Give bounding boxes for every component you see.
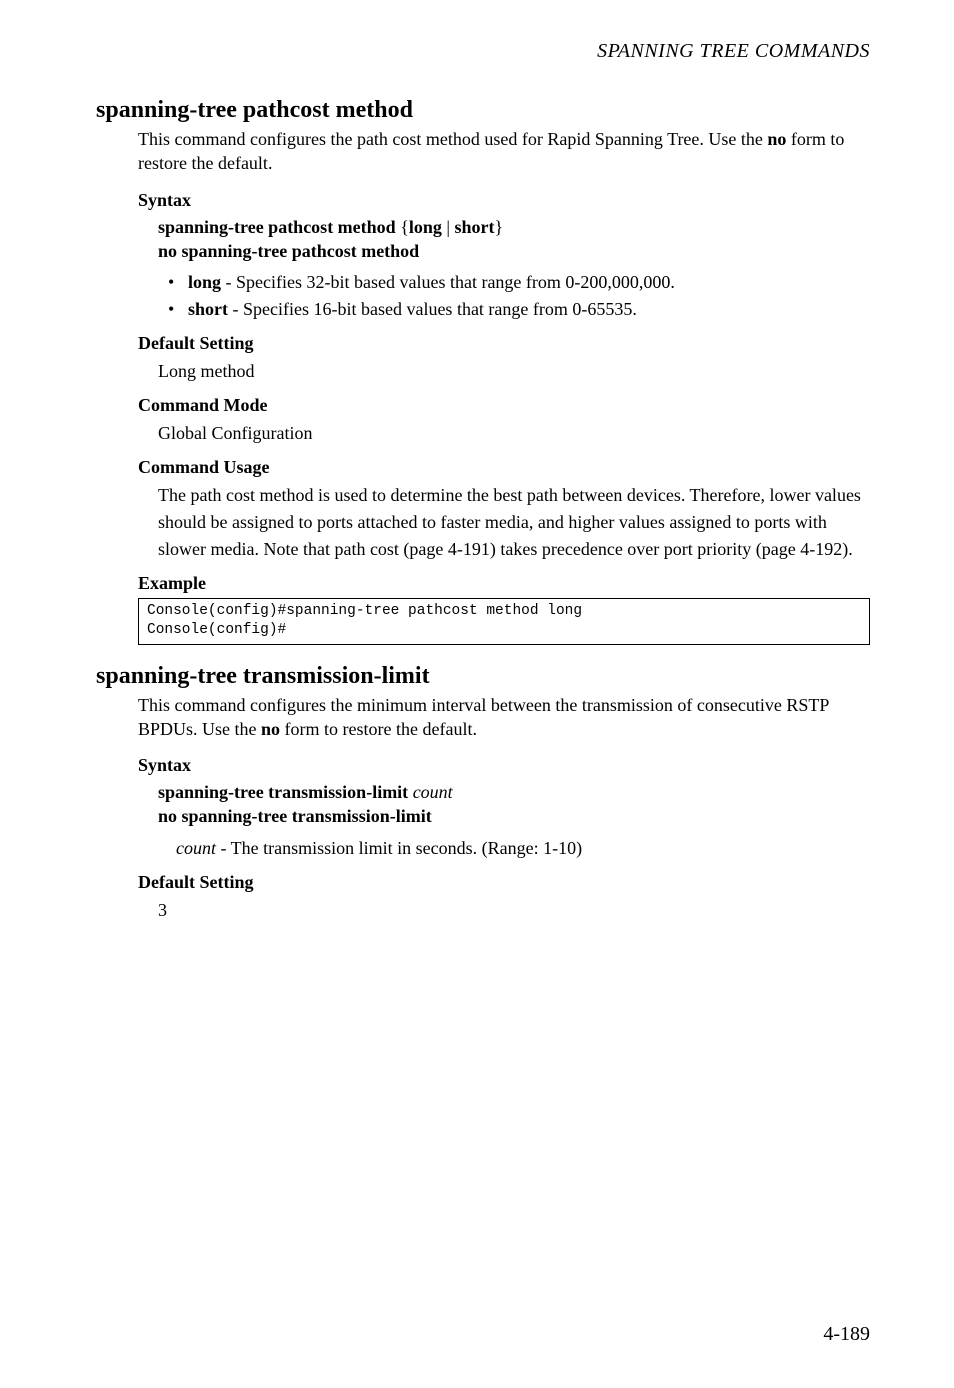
mode-heading: Command Mode xyxy=(138,395,870,416)
default-heading-2: Default Setting xyxy=(138,872,870,893)
syntax-block: spanning-tree pathcost method {long | sh… xyxy=(158,215,870,263)
syntax-kw-long: long xyxy=(409,217,442,237)
section-intro: This command configures the path cost me… xyxy=(138,128,870,176)
running-head: SPANNING TREE COMMANDS xyxy=(96,40,870,63)
param-desc: - Specifies 16-bit based values that ran… xyxy=(228,299,637,319)
intro-text-a: This command configures the path cost me… xyxy=(138,129,767,149)
usage-heading: Command Usage xyxy=(138,457,870,478)
syntax-kw-short: short xyxy=(454,217,494,237)
param2-count-italic: count xyxy=(176,838,216,858)
syntax-heading: Syntax xyxy=(138,190,870,211)
intro2-bold-no: no xyxy=(261,719,280,739)
usage-text: The path cost method is used to determin… xyxy=(158,482,870,563)
syntax-no-cmd: no spanning-tree pathcost method xyxy=(158,241,419,261)
list-item: short - Specifies 16-bit based values th… xyxy=(168,296,870,323)
list-item: long - Specifies 32-bit based values tha… xyxy=(168,269,870,296)
param-kw-long: long xyxy=(188,272,221,292)
section-title-transmission: spanning-tree transmission-limit xyxy=(96,663,870,690)
syntax-pipe: | xyxy=(442,217,455,237)
syntax-brace-close: } xyxy=(494,217,503,237)
intro2-text-b: form to restore the default. xyxy=(280,719,477,739)
param-list: long - Specifies 32-bit based values tha… xyxy=(168,269,870,323)
section-intro-2: This command configures the minimum inte… xyxy=(138,694,870,742)
syntax-block-2: spanning-tree transmission-limit count n… xyxy=(158,780,870,828)
example-code: Console(config)#spanning-tree pathcost m… xyxy=(138,598,870,645)
syntax-heading-2: Syntax xyxy=(138,755,870,776)
default-text: Long method xyxy=(158,358,870,385)
param-kw-short: short xyxy=(188,299,228,319)
intro-bold-no: no xyxy=(767,129,786,149)
mode-text: Global Configuration xyxy=(158,420,870,447)
syntax2-no-cmd: no spanning-tree transmission-limit xyxy=(158,806,432,826)
default-text-2: 3 xyxy=(158,897,870,924)
param-desc-2: count - The transmission limit in second… xyxy=(176,835,870,862)
section-title-pathcost: spanning-tree pathcost method xyxy=(96,97,870,124)
param2-rest: - The transmission limit in seconds. (Ra… xyxy=(216,838,582,858)
default-heading: Default Setting xyxy=(138,333,870,354)
syntax-brace-open: { xyxy=(396,217,409,237)
example-heading: Example xyxy=(138,573,870,594)
param-desc: - Specifies 32-bit based values that ran… xyxy=(221,272,675,292)
syntax2-count-italic: count xyxy=(413,782,453,802)
syntax2-cmd: spanning-tree transmission-limit xyxy=(158,782,413,802)
syntax-cmd: spanning-tree pathcost method xyxy=(158,217,396,237)
page-number: 4-189 xyxy=(823,1323,870,1346)
intro2-text-a: This command configures the minimum inte… xyxy=(138,695,829,739)
